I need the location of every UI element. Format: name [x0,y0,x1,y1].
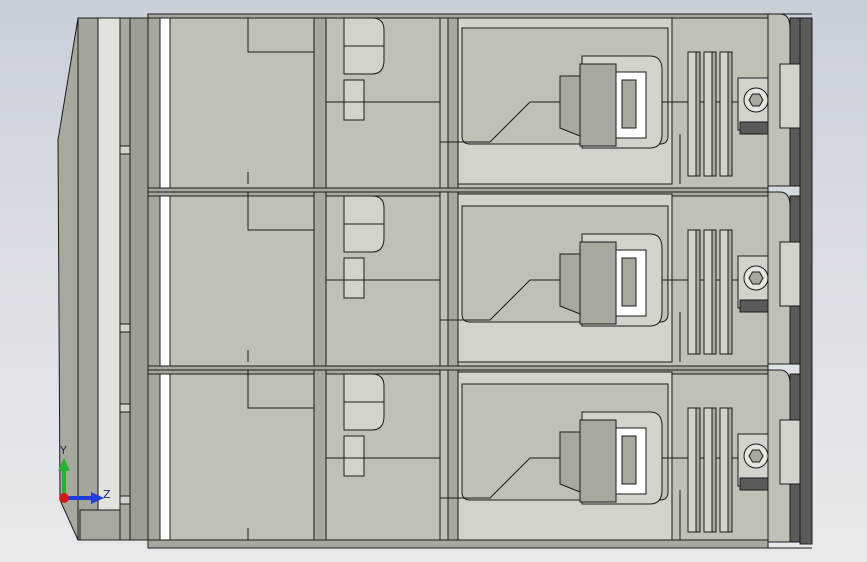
small-slot [343,435,365,477]
small-slot [343,257,365,299]
latch-window-bar [621,257,637,307]
end-clamp [779,419,803,485]
screw-block-base [739,477,769,491]
hex-socket [748,449,764,463]
end-clamp [779,241,803,307]
fin-shadow-1 [711,51,717,177]
latch-window-bar [621,435,637,485]
left-rail-tab-1 [119,323,131,333]
y-axis-label: Y [59,444,67,457]
coordinate-triad: Y Z [58,444,111,504]
screw-block-base [739,299,769,313]
fin-shadow-0 [695,51,701,177]
terminal-wall-shadow [447,191,459,371]
terminal-wall-shadow [447,369,459,549]
end-clamp [779,63,803,129]
x-axis-dot [59,493,69,503]
hex-socket [748,271,764,285]
fin-shadow-0 [695,407,701,533]
terminal-wall-shadow [447,13,459,193]
circuit-breaker-3d-model[interactable] [57,13,813,549]
fin-shadow-2 [727,407,733,533]
latch-inner [579,419,617,503]
left-rail-tab-3 [119,495,131,505]
vertical-rib [313,369,327,549]
top-rail [147,13,769,19]
latch-inner [579,241,617,325]
latch-lip [559,75,581,137]
y-axis-arrowhead [58,458,70,471]
latch-lip [559,253,581,315]
latch-window-bar [621,79,637,129]
left-foot [79,509,121,541]
vertical-rib [313,13,327,193]
fin-shadow-0 [695,229,701,355]
latch-lip [559,431,581,493]
body-highlight-stripe [159,13,171,549]
bottom-rail [147,539,769,549]
latch-inner [579,63,617,147]
fin-shadow-1 [711,407,717,533]
left-rail-tab-2 [119,403,131,413]
fin-shadow-1 [711,229,717,355]
fin-shadow-2 [727,229,733,355]
screw-block-base [739,121,769,135]
body-left-edge [147,13,161,549]
right-outer-panel [799,17,813,545]
hex-socket [748,93,764,107]
cad-viewport[interactable] [0,0,867,562]
small-slot [343,79,365,121]
fin-shadow-2 [727,51,733,177]
left-rail-tab-0 [119,145,131,155]
left-rail-shadow [129,17,149,541]
z-axis-label: Z [103,488,111,501]
vertical-rib [313,191,327,371]
